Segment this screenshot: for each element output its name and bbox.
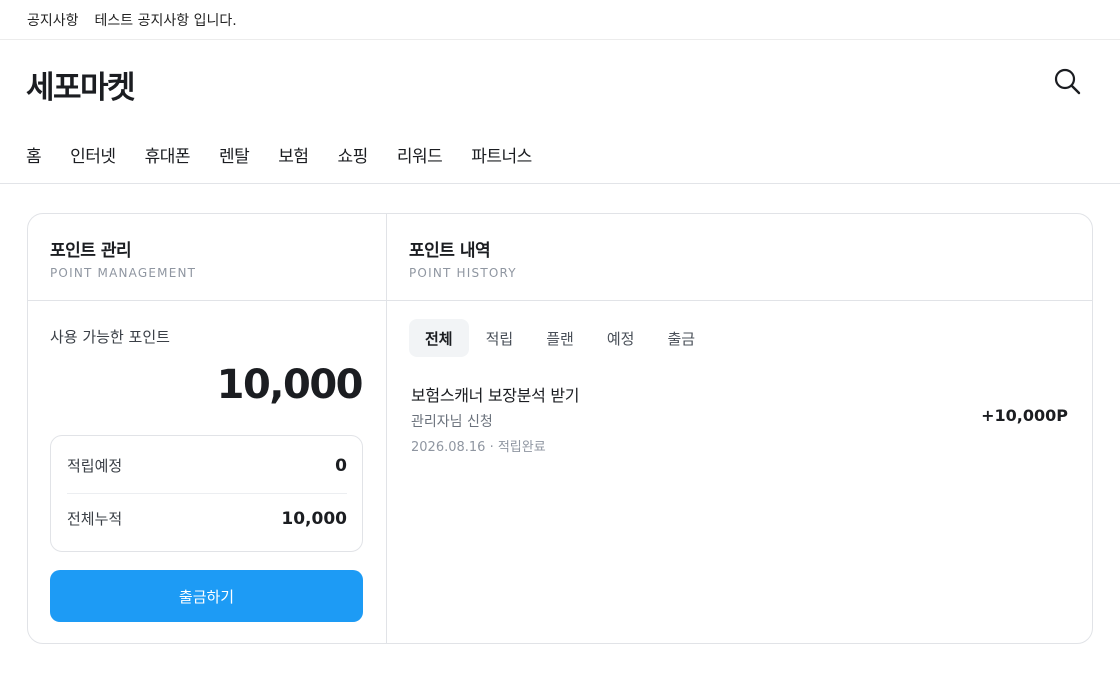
- point-panel: 포인트 관리 POINT MANAGEMENT 포인트 내역 POINT HIS…: [27, 213, 1093, 644]
- total-label: 전체누적: [67, 510, 123, 528]
- history-tabs: 전체 적립 플랜 예정 출금: [409, 319, 712, 357]
- history-list-item[interactable]: 보험스캐너 보장분석 받기 관리자님 신청 2026.08.16 · 적립완료 …: [411, 378, 1068, 458]
- history-item-meta: 2026.08.16 · 적립완료: [411, 440, 546, 455]
- nav-item-shopping[interactable]: 쇼핑: [338, 142, 369, 167]
- nav-item-home[interactable]: 홈: [26, 142, 42, 167]
- tab-all[interactable]: 전체: [409, 319, 469, 357]
- tab-scheduled[interactable]: 예정: [591, 319, 651, 357]
- nav-item-rental[interactable]: 렌탈: [219, 142, 250, 167]
- nav-item-mobile[interactable]: 휴대폰: [145, 142, 191, 167]
- total-row: 전체누적 10,000: [67, 508, 347, 529]
- points-summary: 적립예정 0 전체누적 10,000: [50, 435, 363, 552]
- tab-earned[interactable]: 적립: [470, 319, 530, 357]
- panel-vertical-divider: [386, 214, 387, 643]
- brand-logo[interactable]: 세포마켓: [26, 62, 136, 107]
- history-title: 포인트 내역: [409, 241, 491, 261]
- summary-divider: [67, 493, 347, 494]
- management-title: 포인트 관리: [50, 241, 132, 261]
- nav-item-reward[interactable]: 리워드: [397, 142, 443, 167]
- history-item-amount: +10,000P: [981, 406, 1068, 425]
- nav-item-partners[interactable]: 파트너스: [471, 142, 532, 167]
- tab-plan[interactable]: 플랜: [530, 319, 590, 357]
- withdraw-button[interactable]: 출금하기: [50, 570, 363, 622]
- main-nav: 홈 인터넷 휴대폰 렌탈 보험 쇼핑 리워드 파트너스: [26, 142, 561, 167]
- pending-row: 적립예정 0: [67, 455, 347, 476]
- history-subtitle: POINT HISTORY: [409, 266, 517, 280]
- available-points-value: 10,000: [216, 362, 364, 408]
- tab-withdrawal[interactable]: 출금: [651, 319, 711, 357]
- panel-horizontal-divider: [28, 300, 1092, 301]
- history-item-title: 보험스캐너 보장분석 받기: [411, 386, 580, 405]
- nav-item-internet[interactable]: 인터넷: [70, 142, 116, 167]
- nav-item-insurance[interactable]: 보험: [278, 142, 309, 167]
- management-subtitle: POINT MANAGEMENT: [50, 266, 197, 280]
- header-divider: [0, 183, 1120, 184]
- notice-bar[interactable]: 공지사항 테스트 공지사항 입니다.: [0, 0, 1120, 40]
- notice-label: 공지사항: [27, 12, 79, 29]
- history-item-subtitle: 관리자님 신청: [411, 414, 493, 430]
- search-icon: [1054, 68, 1081, 95]
- available-points-label: 사용 가능한 포인트: [50, 328, 170, 346]
- pending-value: 0: [335, 455, 347, 476]
- pending-label: 적립예정: [67, 457, 123, 475]
- total-value: 10,000: [281, 508, 347, 529]
- search-button[interactable]: [1052, 66, 1084, 98]
- notice-text[interactable]: 테스트 공지사항 입니다.: [95, 10, 237, 30]
